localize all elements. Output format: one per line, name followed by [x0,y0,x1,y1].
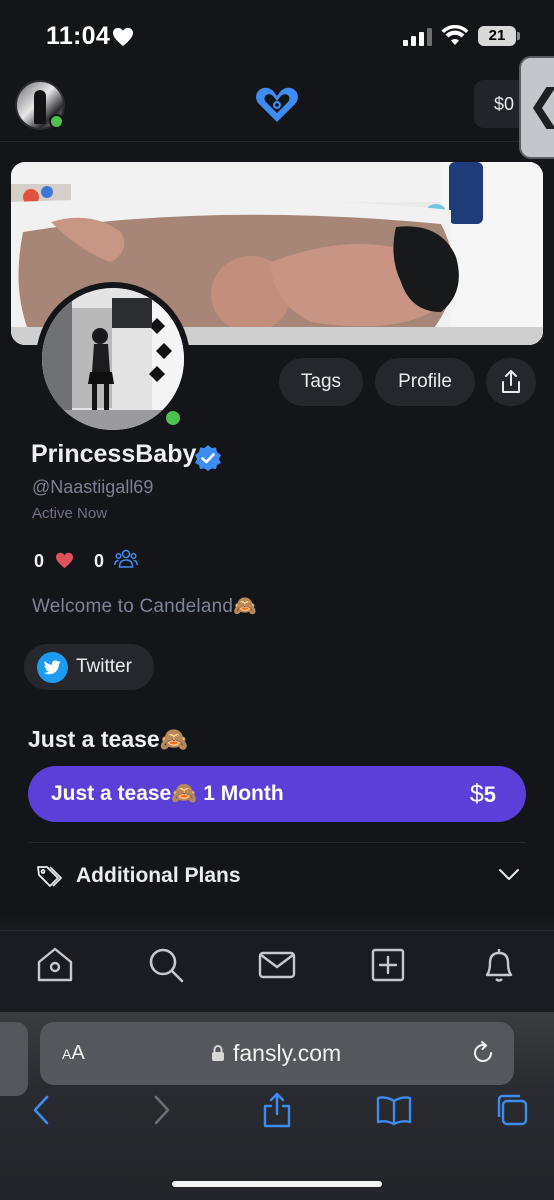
online-indicator [162,407,184,429]
status-time: 11:04 [46,22,111,50]
plan-label: Just a tease🙈 1 Month [51,782,284,805]
online-indicator [49,114,64,129]
app-header: $0 [0,74,554,142]
wifi-icon [441,25,469,45]
currency-symbol: $ [469,780,484,808]
create-post-icon[interactable] [368,945,408,985]
lock-icon [212,1045,224,1061]
bottom-nav [0,930,554,1012]
reader-settings-button[interactable]: AA [62,1042,85,1065]
reload-icon[interactable] [470,1040,496,1066]
divider [28,842,526,843]
verified-badge-icon [195,445,221,471]
subscribe-button[interactable]: Just a tease🙈 1 Month $5 [28,766,526,822]
username: @Naastiigall69 [32,477,154,497]
notifications-icon[interactable] [479,945,519,985]
battery-icon: 21 [478,26,520,46]
avatar-image [42,288,184,430]
status-bar: 11:04 21 [0,0,554,74]
home-indicator [172,1181,382,1187]
aa-large: A [71,1042,85,1064]
tags-button[interactable]: Tags [279,358,363,406]
messages-icon[interactable] [257,945,297,985]
profile-button[interactable]: Profile [375,358,475,406]
heart-icon [56,552,73,569]
share-icon [502,370,520,393]
additional-plans-label: Additional Plans [76,864,241,887]
chevron-down-icon [499,869,519,880]
twitter-label: Twitter [76,656,132,677]
tag-icon [37,866,62,887]
address-bar[interactable]: AA fansly.com [40,1022,514,1085]
forward-icon[interactable] [143,1092,179,1128]
chevron-left-icon: ❮ [527,84,554,126]
price-value: 5 [483,782,496,807]
content-fade [0,912,554,930]
twitter-icon [37,652,68,683]
search-icon[interactable] [146,945,186,985]
url-text: fansly.com [233,1040,342,1066]
likes-count: 0 [34,551,45,571]
signal-icon [403,28,432,46]
share-button[interactable] [486,358,536,406]
plan-price: $5 [470,780,496,809]
back-icon[interactable] [24,1092,60,1128]
followers-count: 0 [94,551,105,571]
previous-tab-edge[interactable] [0,1022,28,1096]
display-name: PrincessBaby [31,440,197,468]
share-icon[interactable] [259,1092,295,1128]
heart-icon [113,27,133,47]
followers-icon [114,549,138,568]
profile-bio: Welcome to Candeland🙈 [32,596,258,617]
tabs-icon[interactable] [494,1092,530,1128]
subscription-title: Just a tease🙈 [28,726,189,752]
active-status: Active Now [32,505,108,522]
aa-small: A [62,1046,72,1062]
side-panel-tab[interactable]: ❮ [519,56,554,159]
additional-plans-toggle[interactable]: Additional Plans [28,846,526,908]
twitter-link[interactable]: Twitter [24,644,154,690]
bookmarks-icon[interactable] [376,1092,412,1128]
fansly-logo[interactable] [255,86,299,124]
home-icon[interactable] [35,945,75,985]
